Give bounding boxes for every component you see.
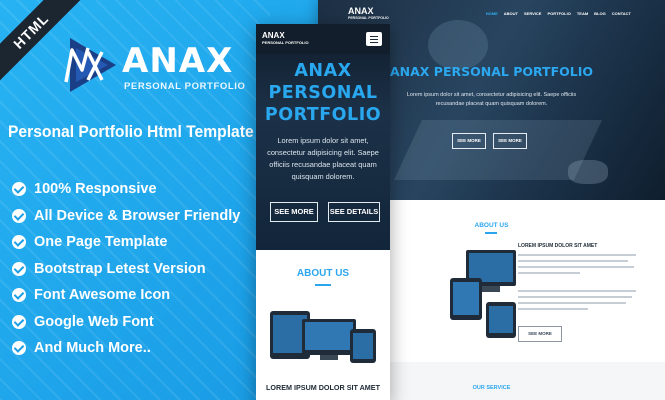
devices-image — [270, 311, 376, 363]
desktop-nav-menu: HOME ABOUT SERVICE PORTFOLIO TEAM BLOG C… — [480, 11, 631, 16]
feature-label: Bootstrap Letest Version — [34, 260, 206, 277]
hero-photo-decoration — [428, 20, 488, 70]
check-circle-icon — [12, 261, 26, 276]
desktop-see-details-button[interactable]: SEE MORE — [493, 133, 527, 149]
desktop-brand[interactable]: ANAX PERSONAL PORTFOLIO — [348, 6, 389, 20]
mobile-preview: ANAX PERSONAL PORTFOLIO ANAX PERSONAL PO… — [256, 24, 390, 400]
logo-subtitle: PERSONAL PORTFOLIO — [124, 81, 246, 92]
check-circle-icon — [12, 208, 26, 223]
check-circle-icon — [12, 235, 26, 250]
mobile-brand-name: ANAX — [262, 31, 285, 40]
brand-logo: ANAX PERSONAL PORTFOLIO — [62, 36, 262, 98]
feature-label: One Page Template — [34, 234, 168, 251]
feature-item: 100% Responsive — [12, 176, 240, 203]
check-circle-icon — [12, 314, 26, 329]
feature-label: And Much More.. — [34, 340, 151, 357]
section-underline — [485, 232, 497, 234]
desktop-about-paragraph — [518, 290, 636, 314]
mobile-hero-title-line: ANAX — [294, 61, 352, 81]
nav-item-team[interactable]: TEAM — [577, 11, 588, 16]
mobile-hero-title-line: PERSONAL — [268, 83, 378, 103]
desktop-about-see-more-button[interactable]: SEE MORE — [518, 326, 562, 342]
desktop-about-subheading: LOREM IPSUM DOLOR SIT AMET — [518, 243, 598, 249]
nav-item-contact[interactable]: CONTACT — [612, 11, 631, 16]
nav-item-portfolio[interactable]: PORTFOLIO — [547, 11, 570, 16]
nav-item-about[interactable]: ABOUT — [504, 11, 518, 16]
mobile-brand[interactable]: ANAX PERSONAL PORTFOLIO — [262, 31, 309, 45]
mobile-hero: ANAX PERSONAL PORTFOLIO ANAX PERSONAL PO… — [256, 24, 390, 250]
mobile-brand-sub: PERSONAL PORTFOLIO — [262, 40, 309, 45]
nav-item-service[interactable]: SERVICE — [524, 11, 542, 16]
feature-item: Font Awesome Icon — [12, 282, 240, 309]
logo-mark-icon — [64, 38, 116, 92]
feature-item: And Much More.. — [12, 335, 240, 362]
mobile-about-subheading: LOREM IPSUM DOLOR SIT AMET — [266, 383, 380, 392]
feature-list: 100% Responsive All Device & Browser Fri… — [12, 176, 240, 362]
hamburger-menu-icon[interactable] — [366, 32, 382, 46]
devices-image — [450, 250, 516, 338]
template-tagline: Personal Portfolio Html Template — [8, 122, 254, 141]
mobile-about-heading: ABOUT US — [296, 268, 350, 279]
desktop-about-paragraph — [518, 254, 636, 278]
check-circle-icon — [12, 288, 26, 303]
mobile-hero-title-line: PORTFOLIO — [264, 105, 382, 125]
nav-item-home[interactable]: HOME — [486, 11, 498, 16]
feature-label: 100% Responsive — [34, 181, 157, 198]
feature-item: All Device & Browser Friendly — [12, 203, 240, 230]
section-underline — [315, 284, 331, 286]
logo-title: ANAX — [122, 41, 234, 81]
feature-item: One Page Template — [12, 229, 240, 256]
mobile-see-more-button[interactable]: SEE MORE — [270, 202, 318, 222]
nav-item-blog[interactable]: BLOG — [594, 11, 606, 16]
mobile-navbar: ANAX PERSONAL PORTFOLIO — [256, 24, 390, 54]
hero-photo-decoration — [568, 160, 608, 184]
mobile-hero-text: Lorem ipsum dolor sit amet, consectetur … — [267, 136, 379, 181]
check-circle-icon — [12, 182, 26, 197]
feature-label: All Device & Browser Friendly — [34, 207, 241, 224]
desktop-see-more-button[interactable]: SEE MORE — [452, 133, 486, 149]
desktop-brand-name: ANAX — [348, 6, 374, 16]
feature-item: Google Web Font — [12, 309, 240, 336]
feature-item: Bootstrap Letest Version — [12, 256, 240, 283]
mobile-hero-title: ANAX PERSONAL PORTFOLIO — [256, 60, 390, 126]
feature-label: Google Web Font — [34, 313, 154, 330]
mobile-see-details-button[interactable]: SEE DETAILS — [328, 202, 380, 222]
feature-label: Font Awesome Icon — [34, 287, 171, 304]
check-circle-icon — [12, 341, 26, 356]
desktop-brand-sub: PERSONAL PORTFOLIO — [348, 16, 389, 20]
